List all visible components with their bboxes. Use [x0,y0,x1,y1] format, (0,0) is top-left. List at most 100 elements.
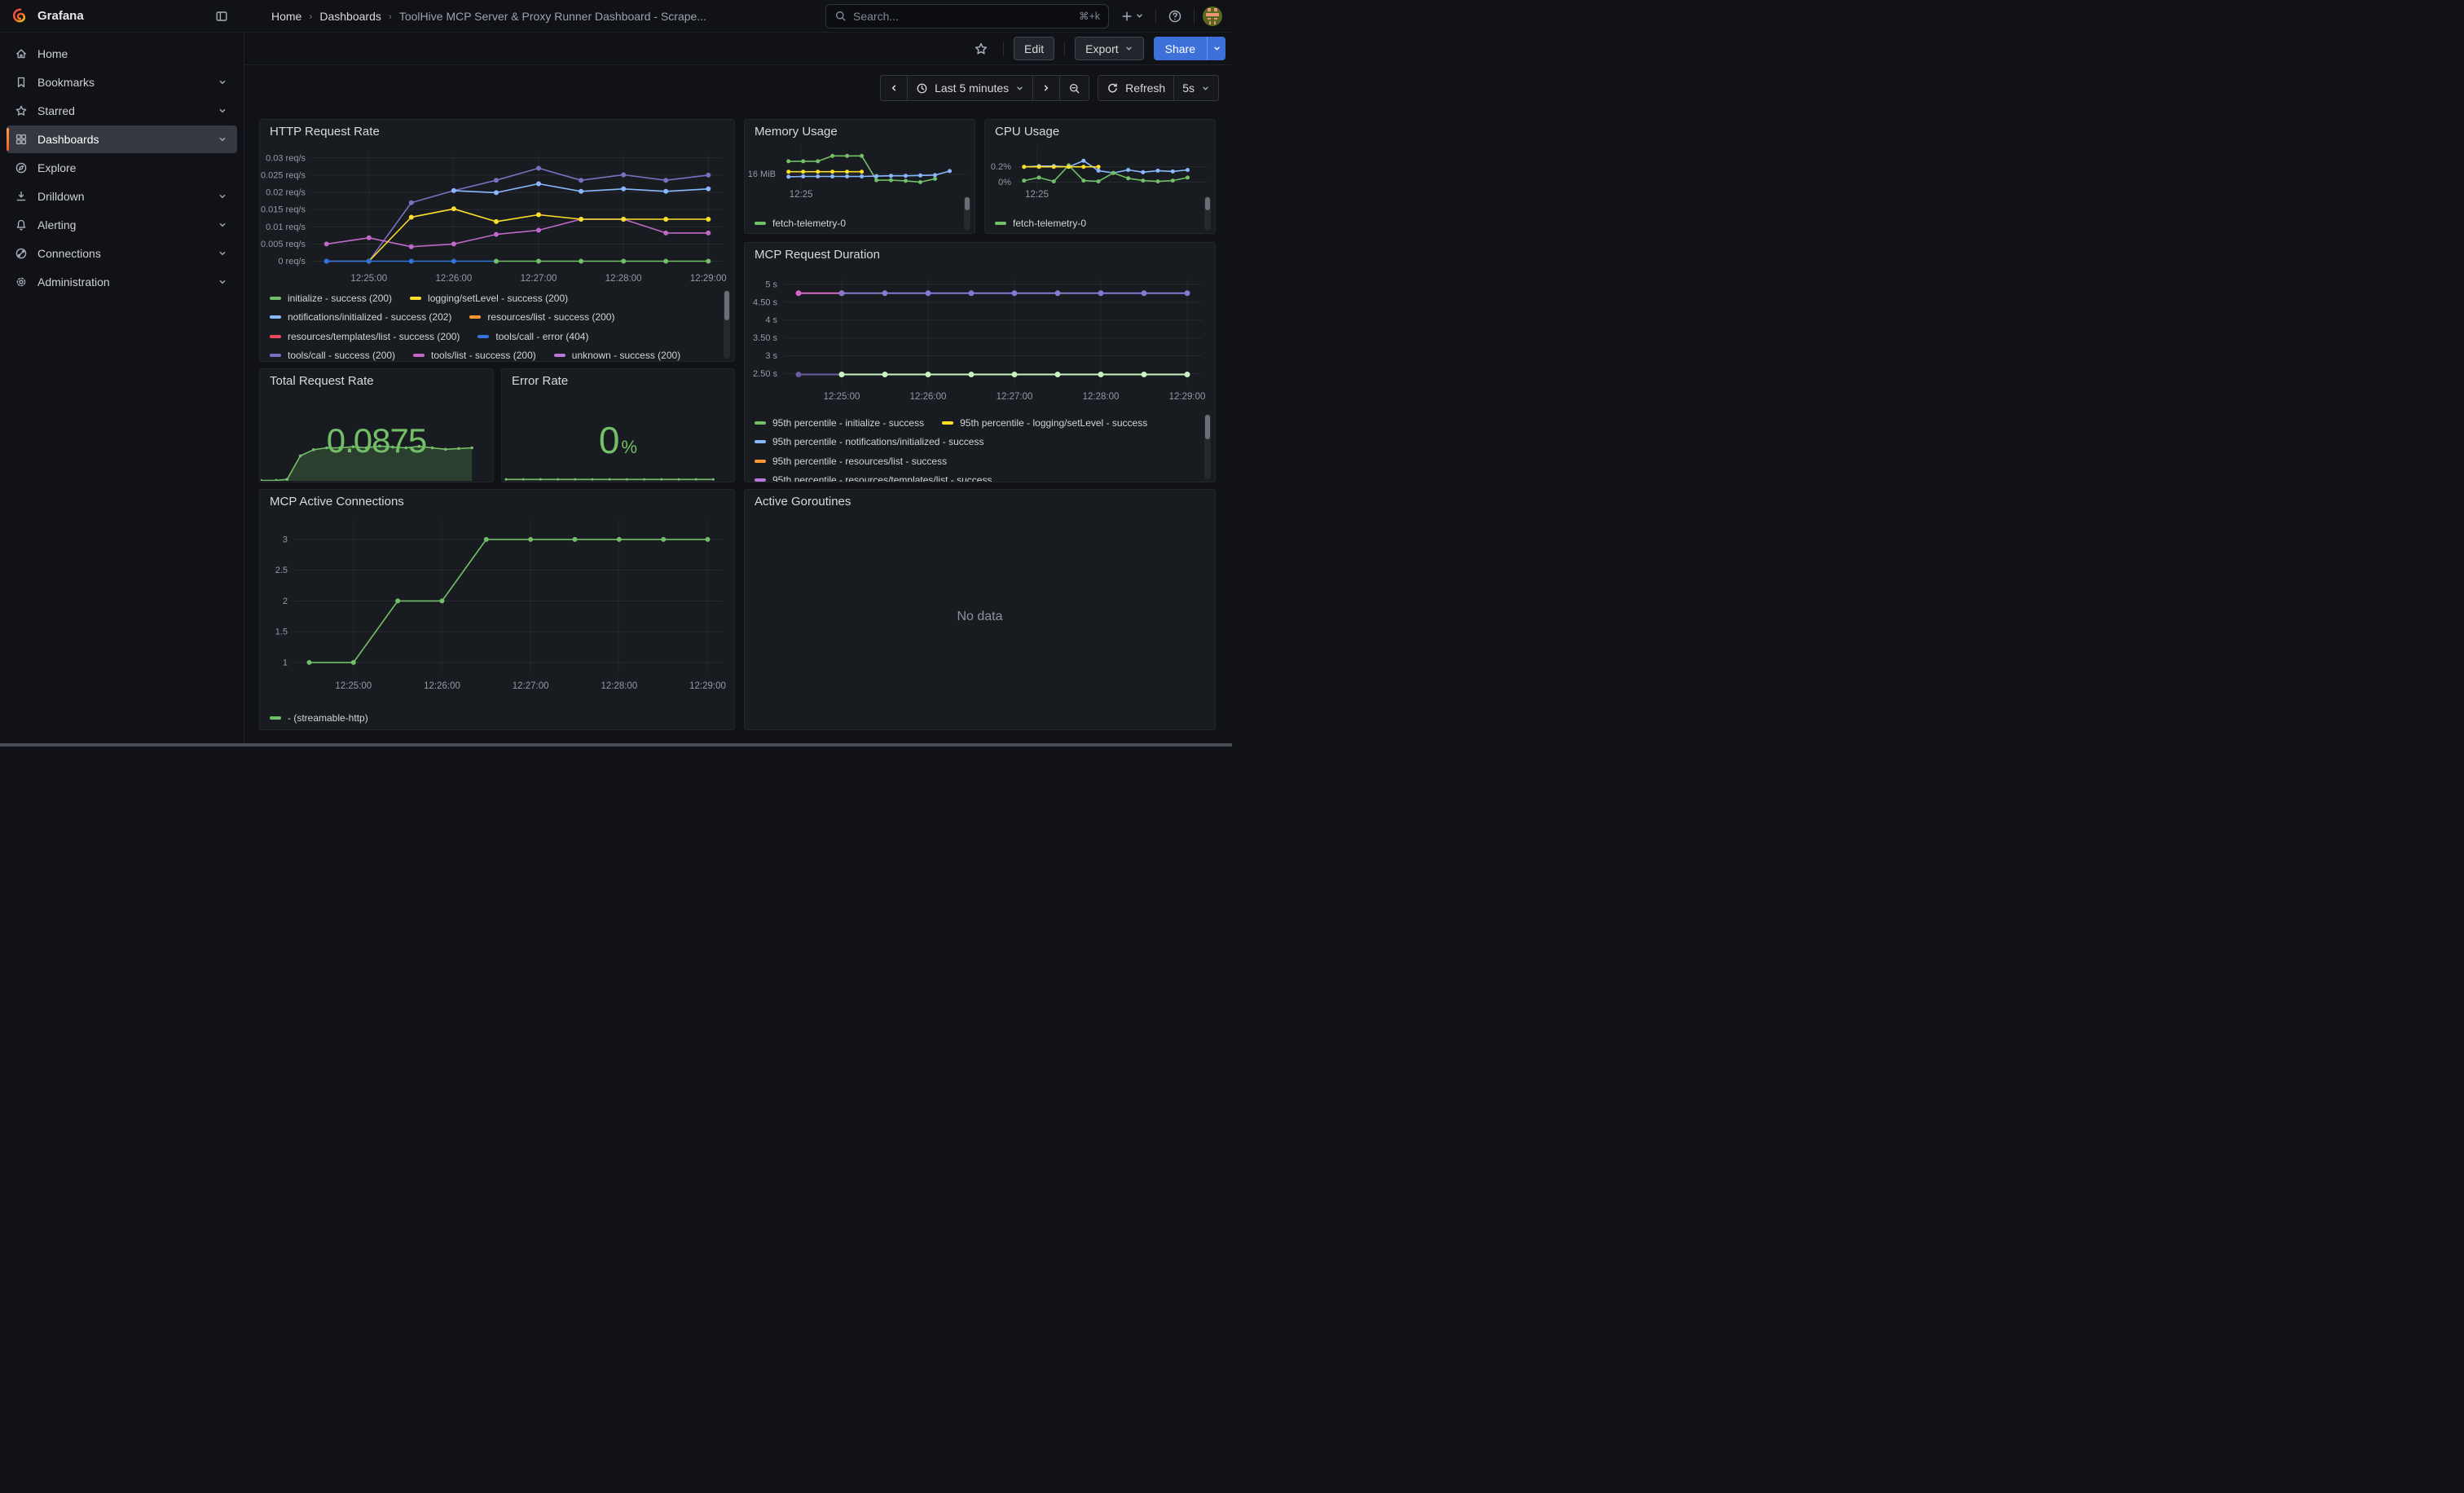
panel-title[interactable]: CPU Usage [985,120,1215,141]
panel-legend: initialize - success (200) logging/setLev… [260,286,734,362]
panel-title[interactable]: MCP Request Duration [745,243,1215,264]
edit-button[interactable]: Edit [1014,37,1054,60]
breadcrumb-home[interactable]: Home [271,10,301,23]
share-button[interactable]: Share [1154,37,1207,60]
time-forward-button[interactable] [1032,75,1060,101]
legend-row: initialize - success (200) logging/setLev… [270,288,718,308]
legend-item[interactable]: - (streamable-http) [270,712,368,724]
search-input[interactable] [853,10,1072,23]
sidebar-item-label: Drilldown [37,190,85,203]
sidebar-item-expand[interactable] [218,77,227,87]
sidebar-item-drilldown[interactable]: Drilldown [7,183,237,210]
add-button[interactable] [1117,5,1147,28]
no-data-message: No data [745,610,1215,624]
dock-sidebar-button[interactable] [210,5,233,28]
sidebar-item-expand[interactable] [218,220,227,230]
grid-icon [15,133,28,146]
legend-item[interactable]: tools/call - success (200) [270,350,395,361]
legend-row: fetch-telemetry-0 [995,214,1199,233]
panel-title[interactable]: Active Goroutines [745,490,1215,511]
search-box[interactable]: ⌘+k [825,4,1109,29]
refresh-button[interactable]: Refresh [1098,75,1174,101]
breadcrumb-dashboards[interactable]: Dashboards [319,10,381,23]
http-request-rate-chart: 0 req/s0.005 req/s0.01 req/s0.015 req/s0… [260,141,734,286]
svg-text:4.50 s: 4.50 s [753,297,777,307]
svg-text:12:29:00: 12:29:00 [1169,392,1206,402]
sidebar-item-alerting[interactable]: Alerting [7,211,237,239]
window-bottom-edge [0,743,1232,746]
legend-scrollbar[interactable] [964,196,970,231]
legend-swatch [755,421,766,425]
sidebar-item-expand[interactable] [218,134,227,144]
sidebar-item-expand[interactable] [218,249,227,258]
compass-icon [15,161,28,174]
legend-label: tools/list - success (200) [431,350,536,361]
legend-item[interactable]: 95th percentile - resources/list - succe… [755,456,947,467]
legend-scrollbar[interactable] [1204,196,1211,231]
legend-scrollbar[interactable] [1204,414,1211,479]
chevron-down-icon [1135,11,1144,20]
sidebar-item-expand[interactable] [218,106,227,116]
svg-text:12:28:00: 12:28:00 [601,681,637,691]
bell-icon [15,218,28,231]
sidebar-item-label: Starred [37,104,75,117]
sidebar-item-dashboards[interactable]: Dashboards [7,126,237,153]
panel-legend: - (streamable-http) [260,705,734,728]
legend-label: 95th percentile - logging/setLevel - suc… [960,417,1147,429]
panel-title[interactable]: Error Rate [502,369,734,390]
legend-item[interactable]: logging/setLevel - success (200) [410,293,568,304]
sidebar-item-label: Explore [37,161,76,174]
svg-text:0.2%: 0.2% [991,162,1011,172]
legend-item[interactable]: initialize - success (200) [270,293,392,304]
zoom-out-button[interactable] [1059,75,1089,101]
share-menu-button[interactable] [1207,37,1225,60]
svg-text:0%: 0% [998,178,1011,187]
legend-item[interactable]: tools/list - success (200) [413,350,536,361]
breadcrumb: Home › Dashboards › ToolHive MCP Server … [271,10,706,23]
favorite-star-button[interactable] [969,37,993,60]
clock-icon [916,82,928,95]
legend-item[interactable]: notifications/initialized - success (202… [270,311,451,323]
legend-swatch [410,297,421,300]
legend-item[interactable]: 95th percentile - logging/setLevel - suc… [942,417,1147,429]
help-button[interactable] [1164,5,1186,28]
sidebar-item-expand[interactable] [218,192,227,201]
legend-item[interactable]: fetch-telemetry-0 [755,218,846,229]
export-button[interactable]: Export [1075,37,1143,60]
time-controls: Last 5 minutes Refresh 5s [880,75,1219,101]
legend-item[interactable]: resources/list - success (200) [469,311,614,323]
sidebar-item-explore[interactable]: Explore [7,154,237,182]
sidebar-item-starred[interactable]: Starred [7,97,237,125]
sidebar-item-connections[interactable]: Connections [7,240,237,267]
legend-item[interactable]: 95th percentile - resources/templates/li… [755,474,992,482]
sidebar-item-bookmarks[interactable]: Bookmarks [7,68,237,96]
svg-text:3 s: 3 s [765,351,777,361]
legend-label: resources/list - success (200) [487,311,614,323]
legend-row: 95th percentile - notifications/initiali… [755,433,1199,452]
legend-item[interactable]: 95th percentile - notifications/initiali… [755,436,983,447]
sidebar-item-expand[interactable] [218,277,227,287]
zoom-out-icon [1068,82,1080,95]
stat-value: 0.0875 [260,421,493,460]
panel-title[interactable]: HTTP Request Rate [260,120,734,141]
panel-legend: fetch-telemetry-0 [985,211,1215,233]
user-avatar[interactable] [1203,7,1222,26]
panel-title[interactable]: Memory Usage [745,120,975,141]
legend-item[interactable]: fetch-telemetry-0 [995,218,1086,229]
time-range-picker[interactable]: Last 5 minutes [907,75,1033,101]
legend-row: fetch-telemetry-0 [755,214,958,233]
sidebar-item-home[interactable]: Home [7,40,237,68]
legend-item[interactable]: tools/call - error (404) [477,331,588,342]
panel-title[interactable]: Total Request Rate [260,369,493,390]
sidebar-item-administration[interactable]: Administration [7,268,237,296]
legend-item[interactable]: resources/templates/list - success (200) [270,331,460,342]
panel-title[interactable]: MCP Active Connections [260,490,734,511]
legend-item[interactable]: 95th percentile - initialize - success [755,417,924,429]
legend-swatch [270,297,281,300]
legend-item[interactable]: unknown - success (200) [554,350,680,361]
time-back-button[interactable] [880,75,908,101]
refresh-interval-picker[interactable]: 5s [1173,75,1219,101]
legend-scrollbar[interactable] [724,290,730,359]
svg-text:12:27:00: 12:27:00 [521,274,557,284]
legend-swatch [270,315,281,319]
